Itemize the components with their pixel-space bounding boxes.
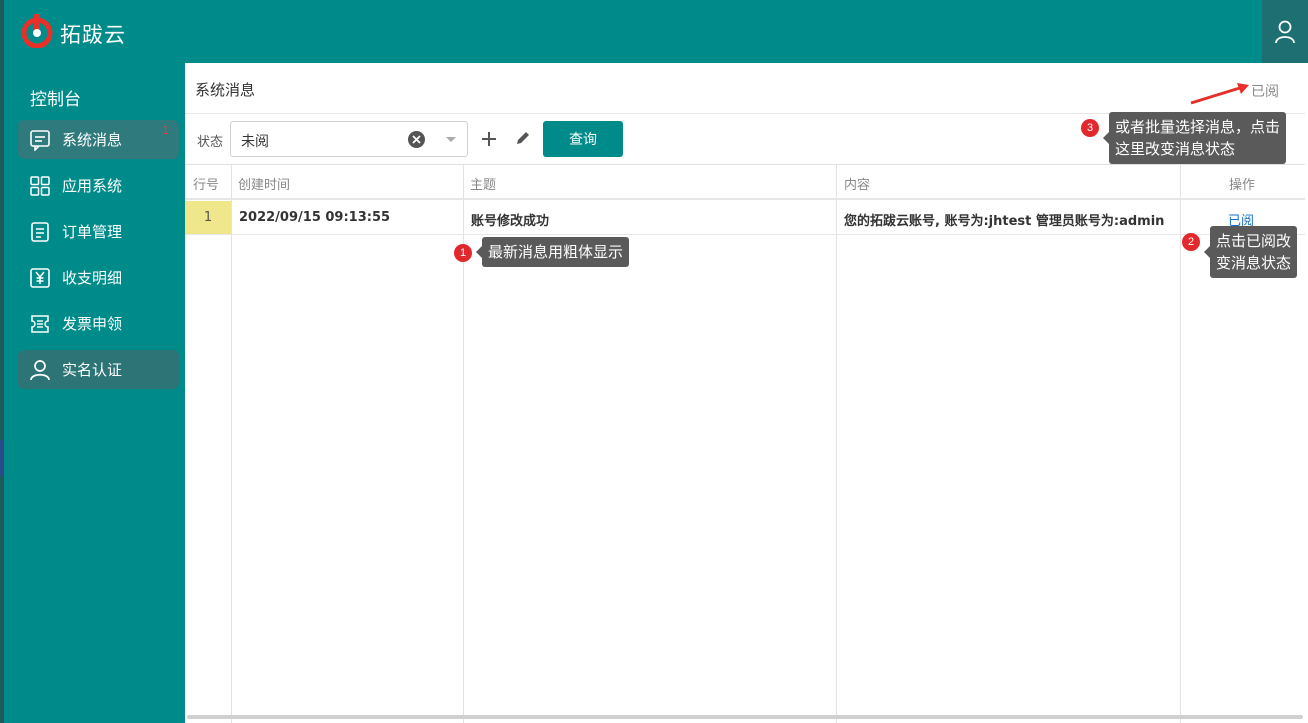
callout-line: 变消息状态	[1216, 254, 1292, 272]
logo-icon	[21, 14, 53, 48]
main-content: 系统消息 已阅 状态 未阅 查询 行号 创建时间 主题 内容 操作 1 2022…	[185, 63, 1308, 723]
content-cell: 您的拓跋云账号, 账号为:jhtest 管理员账号为:admin	[844, 214, 1165, 229]
header-content[interactable]: 内容	[844, 174, 870, 193]
add-icon[interactable]	[479, 129, 499, 149]
sidebar: 控制台 系统消息 1 应用系统 订单管理 收支明细 发票申领 实名认证	[0, 63, 185, 723]
sidebar-item-verification[interactable]: 实名认证	[18, 350, 179, 389]
row-number: 1	[185, 201, 231, 234]
sidebar-item-label: 应用系统	[62, 177, 123, 195]
callout-line: 点击已阅改	[1216, 232, 1292, 250]
user-menu-button[interactable]	[1262, 0, 1308, 63]
brand-name: 拓跋云	[60, 23, 126, 47]
message-icon	[28, 128, 52, 152]
top-bar: 拓跋云	[0, 0, 1308, 63]
callout-line: 或者批量选择消息，点击	[1115, 118, 1281, 136]
mark-read-button[interactable]: 已阅	[1251, 81, 1279, 101]
callout-mark-read-hint: 点击已阅改 变消息状态	[1203, 226, 1298, 278]
message-table: 行号 创建时间 主题 内容 操作 1 2022/09/15 09:13:55 账…	[185, 164, 1305, 723]
header-created-time[interactable]: 创建时间	[238, 174, 290, 193]
user-icon	[28, 358, 52, 382]
callout-line: 这里改变消息状态	[1115, 140, 1236, 158]
callout-number-badge: 2	[1182, 233, 1200, 251]
table-header: 行号 创建时间 主题 内容 操作	[185, 165, 1305, 200]
sidebar-item-label: 订单管理	[62, 223, 123, 241]
callout-batch-hint: 或者批量选择消息，点击 这里改变消息状态	[1102, 112, 1287, 164]
apps-grid-icon	[28, 174, 52, 198]
sidebar-item-invoice[interactable]: 发票申领	[18, 304, 179, 343]
header-subject[interactable]: 主题	[470, 174, 496, 193]
yen-icon	[28, 266, 52, 290]
column-divider	[231, 165, 232, 723]
sidebar-title: 控制台	[30, 90, 81, 110]
sidebar-item-system-messages[interactable]: 系统消息 1	[18, 120, 179, 159]
horizontal-scrollbar[interactable]	[187, 715, 1303, 719]
callout-number-badge: 1	[454, 244, 472, 262]
sidebar-item-finance[interactable]: 收支明细	[18, 258, 179, 297]
header-row-number: 行号	[193, 178, 220, 193]
sidebar-item-apps[interactable]: 应用系统	[18, 166, 179, 205]
sidebar-item-label: 系统消息	[62, 131, 123, 149]
table-row[interactable]: 1 2022/09/15 09:13:55 账号修改成功 您的拓跋云账号, 账号…	[185, 201, 1305, 235]
arrow-annotation-icon	[1190, 83, 1249, 105]
column-divider	[836, 165, 837, 723]
header-action: 操作	[1229, 178, 1256, 193]
clear-icon[interactable]	[408, 131, 425, 148]
unread-badge: 1	[162, 124, 169, 137]
column-divider	[1180, 165, 1181, 723]
sidebar-item-label: 实名认证	[62, 361, 123, 379]
sidebar-menu: 系统消息 1 应用系统 订单管理 收支明细 发票申领 实名认证	[18, 120, 179, 396]
status-select-value: 未阅	[241, 134, 269, 150]
sidebar-item-label: 发票申领	[62, 315, 123, 333]
callout-number-badge: 3	[1081, 119, 1099, 137]
callout-bold-hint: 最新消息用粗体显示	[475, 237, 630, 267]
status-filter-label: 状态	[197, 135, 224, 150]
user-icon	[1275, 20, 1295, 43]
page-title: 系统消息	[195, 81, 256, 99]
subject-cell: 账号修改成功	[471, 214, 550, 229]
status-select[interactable]: 未阅	[230, 121, 468, 157]
created-time-cell: 2022/09/15 09:13:55	[239, 210, 391, 225]
edit-pencil-icon[interactable]	[513, 128, 533, 148]
query-button[interactable]: 查询	[543, 121, 623, 157]
sidebar-item-orders[interactable]: 订单管理	[18, 212, 179, 251]
order-doc-icon	[28, 220, 52, 244]
window-edge	[0, 440, 4, 476]
chevron-down-icon[interactable]	[446, 137, 456, 142]
sidebar-item-label: 收支明细	[62, 269, 123, 287]
invoice-icon	[28, 312, 52, 336]
